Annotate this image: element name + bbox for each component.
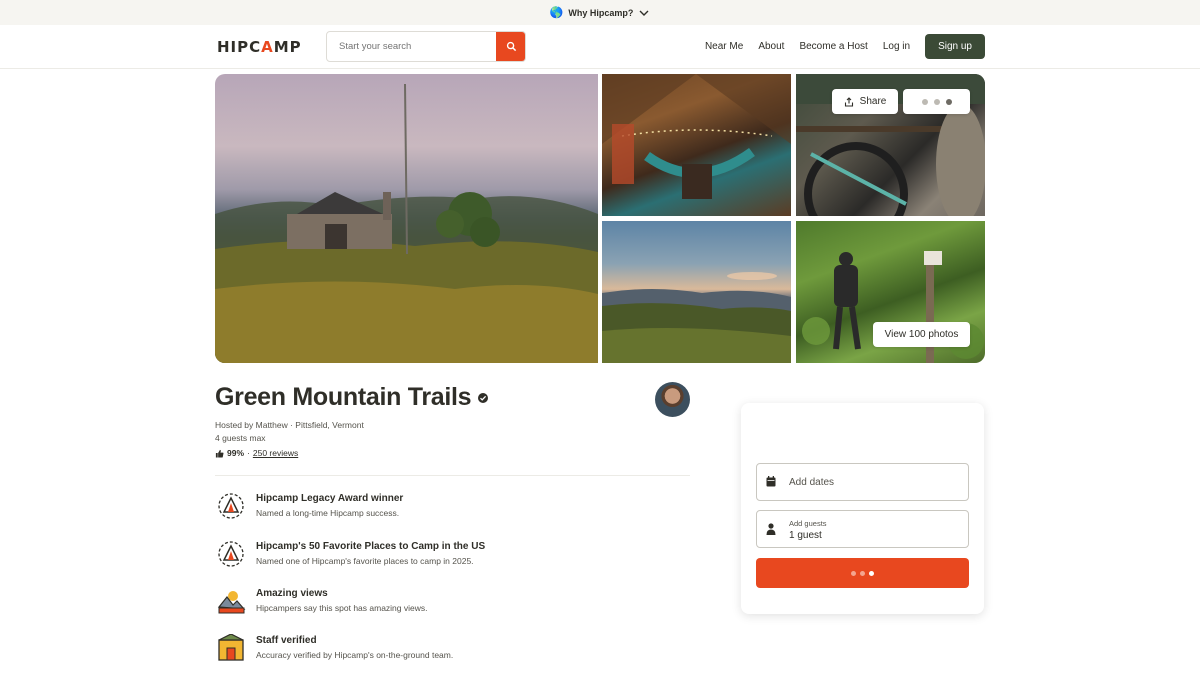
nav-log-in[interactable]: Log in xyxy=(883,41,910,52)
staff-verified-icon xyxy=(218,634,244,661)
feature-staff-verified: Staff verified Accuracy verified by Hipc… xyxy=(215,634,690,668)
search-icon xyxy=(506,41,516,51)
search-bar[interactable] xyxy=(326,31,526,62)
guests-value: 1 guest xyxy=(789,530,822,541)
search-button[interactable] xyxy=(496,32,525,61)
loading-dot xyxy=(869,570,874,576)
person-icon xyxy=(766,523,776,535)
reviews-link[interactable]: 250 reviews xyxy=(253,448,298,458)
feature-description: Named one of Hipcamp's favorite places t… xyxy=(256,556,474,566)
loading-dot xyxy=(851,570,856,576)
stone-cabin-meadow-photo[interactable] xyxy=(215,74,598,363)
sign-up-button[interactable]: Sign up xyxy=(925,34,985,59)
dates-label: Add dates xyxy=(789,477,835,488)
hammock-photo-art xyxy=(602,74,791,199)
feature-description: Named a long-time Hipcamp success. xyxy=(256,508,400,518)
feature-description: Hipcampers say this spot has amazing vie… xyxy=(256,603,428,613)
booking-card: Add dates Add guests 1 guest xyxy=(741,403,984,614)
save-loading-button[interactable] xyxy=(903,89,970,114)
book-button-loading[interactable] xyxy=(756,558,969,588)
feature-title: Hipcamp Legacy Award winner xyxy=(256,493,404,504)
share-label: Share xyxy=(859,96,887,107)
sunset-photo-art xyxy=(602,272,791,363)
amazing-views-icon xyxy=(217,591,246,614)
host-avatar[interactable] xyxy=(655,382,690,417)
chevron-down-icon xyxy=(639,10,649,16)
feature-legacy-award: Hipcamp Legacy Award winner Named a long… xyxy=(215,492,690,526)
main-photo-art xyxy=(215,83,598,363)
section-divider xyxy=(215,475,690,476)
nav-become-host[interactable]: Become a Host xyxy=(799,41,867,52)
feature-amazing-views: Amazing views Hipcampers say this spot h… xyxy=(215,587,690,621)
loading-dot xyxy=(860,570,865,576)
dates-field[interactable]: Add dates xyxy=(756,463,969,501)
nav-near-me[interactable]: Near Me xyxy=(705,41,743,52)
photo-gallery xyxy=(215,74,985,363)
logo-text-accent: A xyxy=(261,38,274,56)
hipcamp-logo[interactable]: HIPCAMP xyxy=(217,38,302,56)
site-header: HIPCAMP Near Me About Become a Host Log … xyxy=(0,25,1200,69)
rating-percent: 99% xyxy=(227,448,245,458)
favorite-places-icon xyxy=(218,541,244,567)
feature-favorite-places: Hipcamp's 50 Favorite Places to Camp in … xyxy=(215,540,690,574)
loading-dot xyxy=(921,98,928,105)
logo-text-end: MP xyxy=(273,38,302,56)
rating-separator: · xyxy=(247,448,250,458)
view-photos-button[interactable]: View 100 photos xyxy=(873,322,970,347)
promo-bar[interactable]: 🌎 Why Hipcamp? xyxy=(0,0,1200,25)
logo-text-start: HIPC xyxy=(217,38,262,56)
loading-dot xyxy=(933,98,940,105)
feature-title: Amazing views xyxy=(256,588,328,599)
feature-title: Hipcamp's 50 Favorite Places to Camp in … xyxy=(256,541,486,552)
listing-title-row: Green Mountain Trails xyxy=(215,383,489,412)
guests-field[interactable]: Add guests 1 guest xyxy=(756,510,969,548)
globe-icon: 🌎 xyxy=(549,7,564,19)
host-location: Hosted by Matthew · Pittsfield, Vermont xyxy=(215,420,364,430)
loading-dot xyxy=(945,98,952,105)
hammock-cabin-interior-photo[interactable] xyxy=(602,74,791,216)
search-input[interactable] xyxy=(327,41,496,52)
calendar-icon xyxy=(766,476,776,487)
nav-about[interactable]: About xyxy=(758,41,784,52)
feature-title: Staff verified xyxy=(256,635,317,646)
guests-label: Add guests xyxy=(789,519,827,528)
feature-description: Accuracy verified by Hipcamp's on-the-gr… xyxy=(256,650,454,660)
mountain-sunset-photo[interactable] xyxy=(602,221,791,363)
listing-title: Green Mountain Trails xyxy=(215,383,472,411)
rating-summary: 99% · 250 reviews xyxy=(215,448,298,458)
main-nav: Near Me About Become a Host Log in Sign … xyxy=(705,34,985,59)
share-button[interactable]: Share xyxy=(832,89,898,114)
thumbs-up-icon xyxy=(215,449,224,458)
verified-badge-icon xyxy=(478,392,489,403)
guest-capacity: 4 guests max xyxy=(215,433,266,443)
promo-text: Why Hipcamp? xyxy=(568,7,634,18)
share-icon xyxy=(844,96,853,107)
legacy-award-icon xyxy=(218,493,244,519)
